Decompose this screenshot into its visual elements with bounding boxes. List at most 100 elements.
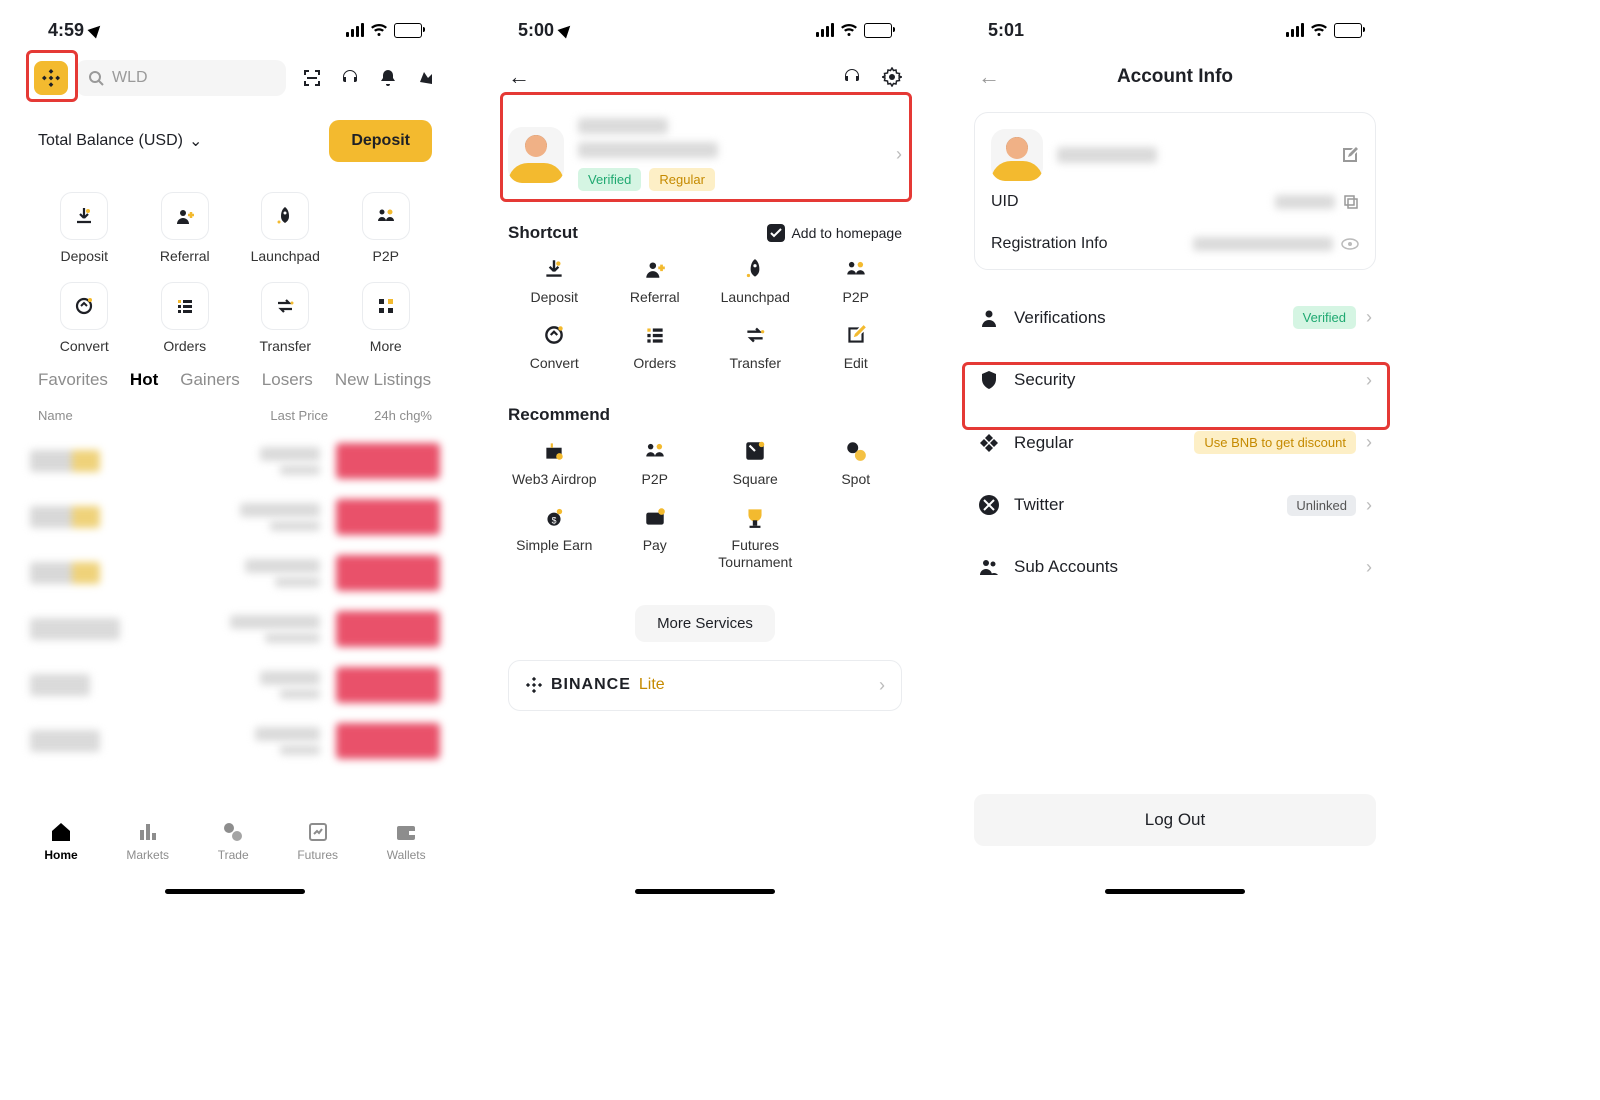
home-indicator [635,889,775,894]
rec-web3-airdrop[interactable]: Web3 Airdrop [504,439,605,487]
tab-hot[interactable]: Hot [130,370,158,390]
deposit-button[interactable]: Deposit [329,120,432,162]
gear-icon[interactable] [882,67,902,87]
copy-icon[interactable] [1343,194,1359,210]
coin-row[interactable] [20,489,450,545]
diamond-icon [978,432,1000,454]
home-indicator [165,889,305,894]
rec-pay[interactable]: Pay [605,505,706,571]
tile-transfer[interactable]: Transfer [235,282,336,354]
chevron-right-icon: › [1366,307,1372,328]
shortcut-heading: Shortcut [508,223,578,243]
shortcut-edit[interactable]: Edit [806,323,907,371]
edit-icon[interactable] [1341,146,1359,164]
chevron-down-icon: ⌄ [189,131,202,151]
rec-futures-tournament[interactable]: Futures Tournament [705,505,806,571]
screen-home: 4:59 WLD Total Balance (USD) ⌄ Depo [20,0,450,900]
bnb-discount-badge: Use BNB to get discount [1194,431,1356,454]
back-button[interactable]: ← [508,64,530,90]
tile-deposit[interactable]: Deposit [34,192,135,264]
rec-p2p[interactable]: P2P [605,439,706,487]
tile-orders[interactable]: Orders [135,282,236,354]
shortcut-deposit[interactable]: Deposit [504,257,605,305]
more-services-button[interactable]: More Services [635,605,775,642]
bell-icon[interactable] [378,68,398,88]
status-time: 5:00 [518,20,554,41]
menu-twitter[interactable]: Twitter Unlinked› [960,474,1390,536]
unlinked-badge: Unlinked [1287,495,1356,516]
screen-account-info: 5:01 ← Account Info UID Registration Inf… [960,0,1390,900]
balance-label[interactable]: Total Balance (USD) ⌄ [38,131,202,151]
wallet-icon[interactable] [416,68,436,88]
logout-button[interactable]: Log Out [974,794,1376,846]
rec-simple-earn[interactable]: $Simple Earn [504,505,605,571]
home-indicator [1105,889,1245,894]
eye-icon[interactable] [1341,235,1359,253]
coin-row[interactable] [20,713,450,769]
tile-more[interactable]: More [336,282,437,354]
signal-icon [1286,23,1304,37]
recommend-heading: Recommend [508,405,610,425]
battery-icon [864,23,892,38]
menu-verifications[interactable]: Verifications Verified› [960,286,1390,349]
scan-icon[interactable] [302,68,322,88]
nav-home[interactable]: Home [44,820,77,862]
coin-row[interactable] [20,545,450,601]
tile-p2p[interactable]: P2P [336,192,437,264]
reg-info-label: Registration Info [991,235,1108,253]
add-to-homepage-checkbox[interactable]: Add to homepage [767,224,902,242]
nav-trade[interactable]: Trade [218,820,249,862]
wifi-icon [840,23,858,37]
coin-row[interactable] [20,433,450,489]
battery-icon [1334,23,1362,38]
support-icon[interactable] [340,68,360,88]
tab-new-listings[interactable]: New Listings [335,370,431,390]
verified-badge: Verified [1293,306,1356,329]
status-bar: 4:59 [20,0,450,50]
search-icon [88,70,104,86]
tile-referral[interactable]: Referral [135,192,236,264]
uid-label: UID [991,193,1019,211]
menu-security[interactable]: Security › [960,349,1390,411]
shortcut-transfer[interactable]: Transfer [705,323,806,371]
market-tabs: Favorites Hot Gainers Losers New Listing… [20,370,450,390]
shortcut-convert[interactable]: Convert [504,323,605,371]
coin-row[interactable] [20,601,450,657]
avatar [991,129,1043,181]
nav-wallets[interactable]: Wallets [387,820,426,862]
binance-brand: BINANCE [551,676,631,694]
nav-markets[interactable]: Markets [126,820,169,862]
tab-gainers[interactable]: Gainers [180,370,240,390]
lite-label: Lite [639,676,665,694]
screen-profile: 5:00 ← Verified Regular › Shortcut [490,0,920,900]
menu-sub-accounts[interactable]: Sub Accounts › [960,536,1390,598]
person-icon [978,307,1000,329]
location-icon [558,22,575,39]
bottom-nav: Home Markets Trade Futures Wallets [20,812,450,900]
top-bar: WLD [20,50,450,106]
binance-lite-card[interactable]: BINANCE Lite › [508,660,902,711]
chevron-right-icon: › [1366,432,1372,453]
chevron-right-icon: › [1366,557,1372,578]
support-icon[interactable] [842,67,862,87]
chevron-right-icon: › [896,144,902,165]
shortcut-referral[interactable]: Referral [605,257,706,305]
shortcut-launchpad[interactable]: Launchpad [705,257,806,305]
coin-row[interactable] [20,657,450,713]
rec-spot[interactable]: Spot [806,439,907,487]
search-input[interactable]: WLD [76,60,286,96]
tile-launchpad[interactable]: Launchpad [235,192,336,264]
coin-list[interactable] [20,433,450,769]
nav-futures[interactable]: Futures [297,820,338,862]
rec-square[interactable]: Square [705,439,806,487]
tab-favorites[interactable]: Favorites [38,370,108,390]
menu-regular[interactable]: Regular Use BNB to get discount› [960,411,1390,474]
shortcut-p2p[interactable]: P2P [806,257,907,305]
shortcut-orders[interactable]: Orders [605,323,706,371]
binance-logo[interactable] [34,61,68,95]
tile-convert[interactable]: Convert [34,282,135,354]
profile-card[interactable]: Verified Regular › [490,104,920,205]
binance-logo-icon [525,676,543,694]
status-time: 5:01 [988,20,1024,41]
tab-losers[interactable]: Losers [262,370,313,390]
